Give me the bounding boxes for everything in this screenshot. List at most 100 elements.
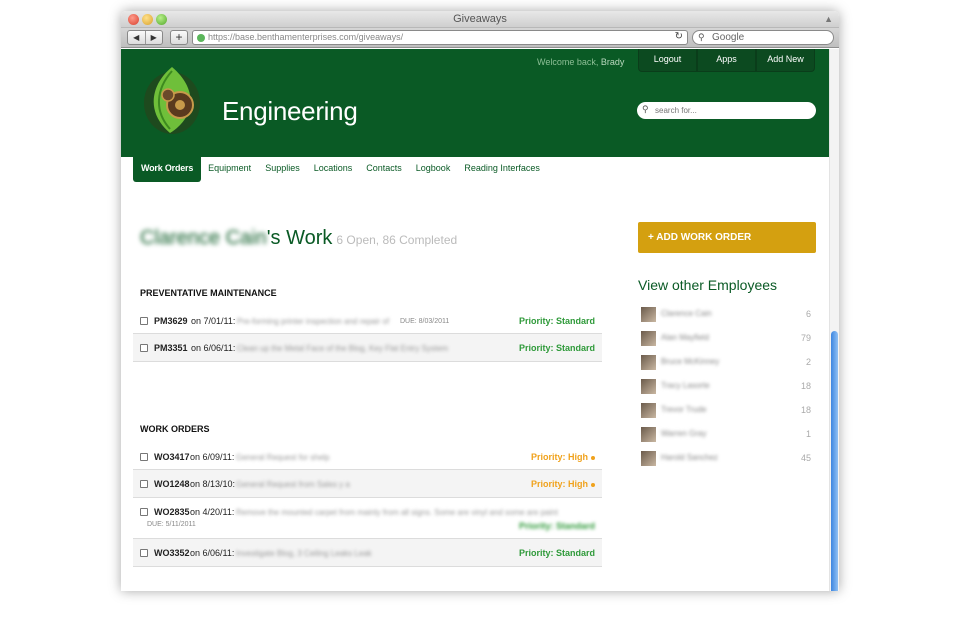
order-id: PM3351: [154, 343, 188, 353]
order-id: PM3629: [154, 316, 188, 326]
list-item[interactable]: Warren Gray 1: [641, 427, 811, 443]
due-date: DUE: 5/11/2011: [147, 521, 196, 528]
row-checkbox[interactable]: [140, 480, 148, 488]
site-title: Engineering: [222, 96, 358, 126]
priority-text: Priority: High: [530, 452, 588, 462]
row-checkbox[interactable]: [140, 317, 148, 325]
table-row[interactable]: PM3351 on 6/06/11: Clean up the Metal Fa…: [133, 334, 602, 362]
order-description: Pre-forming printer inspection and repai…: [237, 317, 390, 326]
table-row[interactable]: WO1248 on 8/13/10: General Request from …: [133, 470, 602, 498]
order-date: on 8/13/10:: [190, 479, 236, 489]
priority-label: Priority: Standard: [518, 316, 595, 326]
tab-supplies[interactable]: Supplies: [258, 157, 307, 182]
employee-name: Harold Sanchez: [661, 453, 718, 462]
tab-locations[interactable]: Locations: [307, 157, 360, 182]
scrollbar-thumb[interactable]: [831, 331, 838, 591]
avatar: [641, 331, 656, 346]
apps-button[interactable]: Apps: [697, 49, 756, 72]
employee-name: Alan Mayfield: [661, 333, 710, 342]
table-row[interactable]: WO3352 on 6/06/11: Investigate Blog, 3 C…: [133, 539, 602, 567]
order-date: on 4/20/11:: [190, 507, 235, 517]
add-bookmark-button[interactable]: +: [170, 30, 188, 45]
list-item[interactable]: Harold Sanchez 45: [641, 451, 811, 467]
list-item[interactable]: Trevor Trude 18: [641, 403, 811, 419]
list-item[interactable]: Alan Mayfield 79: [641, 331, 811, 347]
priority-label: Priority: High: [531, 452, 595, 462]
order-description: Clean up the Metal Face of the Blog, Key…: [237, 344, 449, 353]
work-suffix: 's Work: [266, 227, 333, 249]
site-globe-icon: [197, 34, 205, 42]
logout-button[interactable]: Logout: [638, 49, 697, 72]
forward-arrow-icon[interactable]: ▶: [146, 31, 163, 44]
page-viewport: Engineering Welcome back, Brady Logout A…: [121, 49, 839, 591]
lock-icon: ▲: [824, 14, 833, 24]
title-bar: Giveaways ▲: [121, 11, 839, 28]
list-item[interactable]: Clarence Cain 6: [641, 307, 811, 323]
tab-work-orders[interactable]: Work Orders: [133, 157, 202, 182]
add-work-order-button[interactable]: + ADD WORK ORDER: [638, 222, 816, 253]
search-icon: ⚲: [642, 104, 649, 114]
table-row[interactable]: WO3417 on 6/09/11: General Request for s…: [133, 443, 602, 470]
site-search: ⚲: [637, 102, 816, 119]
site-header: Engineering Welcome back, Brady Logout A…: [121, 49, 839, 157]
leaf-gear-logo-icon: [144, 67, 200, 134]
priority-label: Priority: Standard: [518, 343, 595, 353]
priority-label: Priority: Standard: [518, 521, 595, 531]
avatar: [641, 451, 656, 466]
employee-name: Clarence Cain: [140, 227, 267, 249]
back-forward-buttons: ◀ ▶: [127, 30, 163, 45]
window-title: Giveaways: [453, 13, 507, 25]
back-arrow-icon[interactable]: ◀: [128, 31, 146, 44]
table-row[interactable]: WO2835 on 4/20/11: Remove the mounted ca…: [133, 498, 602, 539]
order-id: WO2835: [154, 507, 190, 517]
view-other-employees-title: View other Employees: [638, 277, 778, 293]
tab-contacts[interactable]: Contacts: [359, 157, 409, 182]
reload-icon[interactable]: ↻: [675, 31, 683, 42]
order-date: on 6/06/11:: [191, 343, 236, 353]
browser-search-field[interactable]: ⚲ Google: [692, 30, 834, 45]
browser-window: Giveaways ▲ ◀ ▶ + https://base.benthamen…: [121, 11, 839, 591]
order-description: General Request for shelp: [236, 453, 330, 462]
employee-name: Bruce McKinney: [661, 357, 720, 366]
site-search-input[interactable]: [655, 104, 805, 116]
url-text: https://base.benthamenterprises.com/give…: [208, 32, 404, 42]
welcome-text: Welcome back, Brady: [537, 57, 624, 67]
search-icon: ⚲: [698, 32, 705, 42]
row-checkbox[interactable]: [140, 549, 148, 557]
work-counts: 6 Open, 86 Completed: [336, 233, 458, 247]
order-date: on 6/06/11:: [190, 548, 235, 558]
order-date: on 6/09/11:: [190, 452, 235, 462]
avatar: [641, 403, 656, 418]
row-checkbox[interactable]: [140, 453, 148, 461]
add-new-button[interactable]: Add New: [756, 49, 815, 72]
browser-search-placeholder: Google: [712, 32, 745, 43]
tab-equipment[interactable]: Equipment: [201, 157, 258, 182]
priority-label: Priority: Standard: [518, 548, 595, 558]
order-description: General Request from Sales y a: [236, 480, 350, 489]
preventative-maintenance-title: PREVENTATIVE MAINTENANCE: [140, 288, 277, 298]
order-id: WO3352: [154, 548, 190, 558]
priority-dot-icon: [591, 455, 595, 460]
order-date: on 7/01/11:: [191, 316, 236, 326]
employee-count: 45: [800, 453, 811, 463]
tab-logbook[interactable]: Logbook: [409, 157, 458, 182]
table-row[interactable]: PM3629 on 7/01/11: Pre-forming printer i…: [133, 307, 602, 334]
vertical-scrollbar[interactable]: [829, 49, 839, 591]
avatar: [641, 307, 656, 322]
employee-count: 6: [805, 309, 811, 319]
header-button-group: Logout Apps Add New: [638, 49, 815, 72]
list-item[interactable]: Tracy Lasorte 18: [641, 379, 811, 395]
list-item[interactable]: Bruce McKinney 2: [641, 355, 811, 371]
main-nav: Work Orders Equipment Supplies Locations…: [133, 157, 547, 182]
due-date: DUE: 8/03/2011: [400, 318, 450, 325]
avatar: [641, 379, 656, 394]
order-id: WO3417: [154, 452, 190, 462]
welcome-user: Brady: [600, 57, 625, 67]
avatar: [641, 355, 656, 370]
work-orders-title: WORK ORDERS: [140, 424, 210, 434]
row-checkbox[interactable]: [140, 344, 148, 352]
employee-name: Warren Gray: [661, 429, 707, 438]
tab-reading-interfaces[interactable]: Reading Interfaces: [457, 157, 547, 182]
address-bar[interactable]: https://base.benthamenterprises.com/give…: [192, 30, 688, 45]
row-checkbox[interactable]: [140, 508, 148, 516]
